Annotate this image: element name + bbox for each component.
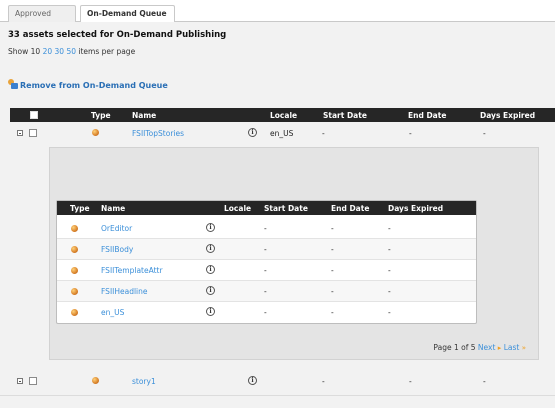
days-expired-value: -: [388, 308, 391, 317]
asset-sphere-icon: [71, 288, 78, 295]
pagination: Page 1 of 5 Next ▸ Last »: [433, 343, 526, 352]
info-icon[interactable]: i: [248, 128, 257, 137]
nested-table-row: FSIIHeadline i - - -: [57, 281, 476, 302]
info-icon[interactable]: i: [206, 244, 215, 253]
days-expired-value: -: [388, 266, 391, 275]
asset-sphere-icon: [71, 309, 78, 316]
per-page-30-link[interactable]: 30: [55, 47, 65, 56]
expanded-row-detail: Type Name Locale Start Date End Date Day…: [49, 147, 539, 360]
nested-col-type[interactable]: Type: [70, 204, 90, 213]
table-row: story1 i - - -: [0, 371, 555, 391]
col-start-date[interactable]: Start Date: [323, 111, 367, 120]
tab-bar: Approved Assets On-Demand Queue: [0, 0, 555, 33]
last-arrow-icon[interactable]: »: [522, 344, 526, 352]
nested-asset-link[interactable]: FSIIBody: [101, 245, 133, 254]
col-locale[interactable]: Locale: [270, 111, 297, 120]
asset-sphere-icon: [71, 246, 78, 253]
info-icon[interactable]: i: [206, 286, 215, 295]
nested-table-row: OrEditor i - - -: [57, 218, 476, 239]
nested-col-days-expired[interactable]: Days Expired: [388, 204, 443, 213]
table-row: FSIITopStories i en_US - - -: [0, 123, 555, 143]
next-arrow-icon[interactable]: ▸: [498, 344, 502, 352]
days-expired-value: -: [483, 129, 486, 138]
col-name[interactable]: Name: [132, 111, 156, 120]
nested-table-row: FSIIBody i - - -: [57, 239, 476, 260]
end-date-value: -: [409, 377, 412, 386]
nested-table-row: FSIITemplateAttr i - - -: [57, 260, 476, 281]
days-expired-value: -: [388, 224, 391, 233]
remove-label: Remove from On-Demand Queue: [20, 81, 168, 90]
selection-summary: 33 assets selected for On-Demand Publish…: [8, 30, 227, 40]
days-expired-value: -: [388, 287, 391, 296]
items-per-page: Show 10 20 30 50 items per page: [8, 47, 135, 56]
queue-panel: 33 assets selected for On-Demand Publish…: [0, 22, 555, 408]
nested-col-name[interactable]: Name: [101, 204, 125, 213]
nested-col-locale[interactable]: Locale: [224, 204, 251, 213]
end-date-value: -: [331, 224, 334, 233]
col-type[interactable]: Type: [91, 111, 111, 120]
locale-value: en_US: [270, 129, 294, 138]
col-end-date[interactable]: End Date: [408, 111, 446, 120]
start-date-value: -: [264, 245, 267, 254]
per-page-suffix: items per page: [78, 47, 136, 56]
per-page-20-link[interactable]: 20: [43, 47, 53, 56]
nested-asset-link[interactable]: FSIITemplateAttr: [101, 266, 163, 275]
end-date-value: -: [409, 129, 412, 138]
end-date-value: -: [331, 287, 334, 296]
row-checkbox[interactable]: [29, 377, 37, 385]
remove-from-queue-button[interactable]: Remove from On-Demand Queue: [8, 79, 168, 90]
asset-sphere-icon: [92, 129, 99, 136]
nested-col-end-date[interactable]: End Date: [331, 204, 369, 213]
start-date-value: -: [264, 224, 267, 233]
row-checkbox[interactable]: [29, 129, 37, 137]
per-page-prefix: Show 10: [8, 47, 41, 56]
nested-table: Type Name Locale Start Date End Date Day…: [56, 200, 477, 324]
nested-table-row: en_US i - - -: [57, 302, 476, 323]
start-date-value: -: [264, 287, 267, 296]
nested-table-header: Type Name Locale Start Date End Date Day…: [57, 201, 476, 215]
expand-toggle[interactable]: [17, 378, 23, 384]
main-table-header: Type Name Locale Start Date End Date Day…: [10, 108, 555, 122]
nested-asset-link[interactable]: FSIIHeadline: [101, 287, 148, 296]
info-icon[interactable]: i: [206, 265, 215, 274]
nested-col-start-date[interactable]: Start Date: [264, 204, 308, 213]
end-date-value: -: [331, 245, 334, 254]
last-page-link[interactable]: Last: [504, 343, 520, 352]
start-date-value: -: [322, 129, 325, 138]
days-expired-value: -: [483, 377, 486, 386]
next-page-link[interactable]: Next: [478, 343, 495, 352]
page-indicator: Page 1 of 5: [433, 343, 476, 352]
asset-sphere-icon: [71, 225, 78, 232]
start-date-value: -: [322, 377, 325, 386]
end-date-value: -: [331, 266, 334, 275]
asset-sphere-icon: [71, 267, 78, 274]
per-page-50-link[interactable]: 50: [66, 47, 76, 56]
table-bottom-divider: [0, 395, 555, 396]
tab-approved-assets[interactable]: Approved Assets: [8, 5, 76, 33]
nested-asset-link[interactable]: en_US: [101, 308, 124, 317]
start-date-value: -: [264, 266, 267, 275]
info-icon[interactable]: i: [206, 223, 215, 232]
asset-name-link[interactable]: FSIITopStories: [132, 129, 184, 138]
asset-sphere-icon: [92, 377, 99, 384]
start-date-value: -: [264, 308, 267, 317]
col-days-expired[interactable]: Days Expired: [480, 111, 535, 120]
asset-name-link[interactable]: story1: [132, 377, 156, 386]
end-date-value: -: [331, 308, 334, 317]
days-expired-value: -: [388, 245, 391, 254]
remove-queue-icon: [8, 79, 18, 89]
collapse-toggle[interactable]: [17, 130, 23, 136]
tab-on-demand-queue[interactable]: On-Demand Queue: [80, 5, 175, 23]
select-all-checkbox[interactable]: [30, 111, 38, 119]
info-icon[interactable]: i: [206, 307, 215, 316]
info-icon[interactable]: i: [248, 376, 257, 385]
nested-asset-link[interactable]: OrEditor: [101, 224, 132, 233]
